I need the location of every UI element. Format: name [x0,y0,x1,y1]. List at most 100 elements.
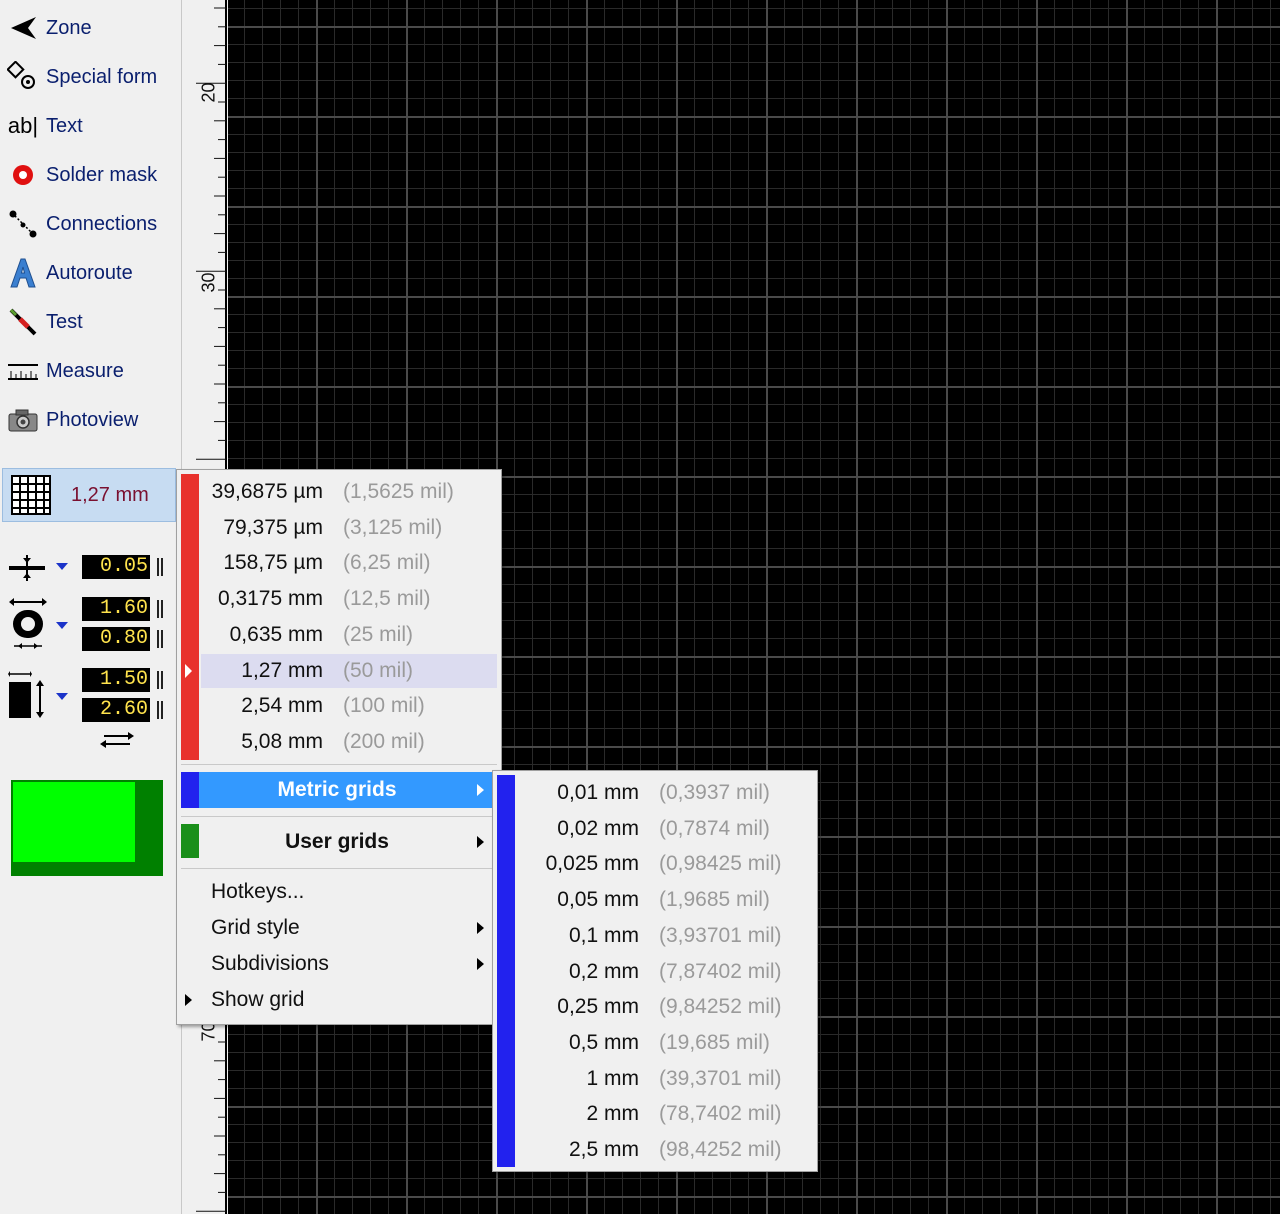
metric-grids-item[interactable]: Metric grids [181,772,493,808]
pad-outer-diameter-input[interactable]: 1.60 [82,597,150,621]
grid-option[interactable]: 5,08 mm (200 mil) [177,727,487,757]
tool-label: Photoview [46,408,139,431]
swap-dimensions-icon[interactable] [98,730,136,755]
grid-option[interactable]: 79,375 µm (3,125 mil) [177,513,487,543]
tool-text[interactable]: ab| Text [0,104,178,148]
grid-option-mil: (9,84252 mil) [659,995,782,1019]
left-toolbar: Zone Special form ab| Text Solder mask C… [0,0,180,1214]
grid-option-value: 0,1 mm [568,923,639,947]
pad-inner-diameter-input[interactable]: 0.80 [82,627,150,651]
grid-size-button[interactable]: 1,27 mm [2,468,176,522]
tool-connections[interactable]: Connections [0,202,178,246]
smd-width-grip[interactable] [156,669,164,691]
smd-width-input[interactable]: 1.50 [82,668,150,692]
smd-height-input[interactable]: 2.60 [82,698,150,722]
layer-color-inner [13,782,135,862]
grid-option-value: 0,2 mm [568,959,639,983]
grid-option-mil: (50 mil) [343,658,414,682]
metric-grids-submenu: 0,01 mm (0,3937 mil) 0,02 mm (0,7874 mil) 0,… [492,770,818,1172]
show-grid-item[interactable]: Show grid [185,988,304,1012]
special-form-icon [7,61,39,93]
grid-option[interactable]: 0,05 mm (1,9685 mil) [493,885,803,915]
grid-option[interactable]: 39,6875 µm (1,5625 mil) [177,477,487,507]
tool-autoroute[interactable]: Autoroute [0,251,178,295]
grid-option[interactable]: 158,75 µm (6,25 mil) [177,548,487,578]
grid-option[interactable]: 0,1 mm (3,93701 mil) [493,921,803,951]
grid-size-label: 1,27 mm [71,483,149,506]
grid-option-value: 0,01 mm [557,781,639,804]
tool-special-form[interactable]: Special form [0,55,178,99]
grid-option-mil: (1,5625 mil) [343,480,454,503]
grid-option[interactable]: 0,3175 mm (12,5 mil) [177,584,487,614]
grid-option[interactable]: 2,54 mm (100 mil) [177,691,487,721]
grid-option-mil: (0,7874 mil) [659,816,770,840]
grid-style-item[interactable]: Grid style [211,916,491,940]
track-width-input[interactable]: 0.05 [82,555,150,579]
grid-option[interactable]: 0,2 mm (7,87402 mil) [493,957,803,987]
tool-label: Measure [46,359,124,382]
grid-option[interactable]: 1,27 mm (50 mil) [177,656,487,686]
grid-option-mil: (6,25 mil) [343,551,431,575]
grid-option[interactable]: 2,5 mm (98,4252 mil) [493,1135,803,1165]
grid-option-value: 1,27 mm [241,658,323,682]
checked-arrow-icon [185,994,192,1006]
pad-outer-grip[interactable] [156,598,164,620]
hotkeys-label: Hotkeys... [211,880,305,903]
grid-option[interactable]: 1 mm (39,3701 mil) [493,1064,803,1094]
grid-option-value: 2,54 mm [241,694,323,718]
grid-option-mil: (78,7402 mil) [659,1102,782,1126]
measure-icon [7,355,39,387]
grid-icon [11,475,51,515]
grid-option-mil: (25 mil) [343,622,414,646]
submenu-arrow-icon [477,836,484,848]
grid-option[interactable]: 0,02 mm (0,7874 mil) [493,814,803,844]
test-probe-icon [7,306,39,338]
hotkeys-item[interactable]: Hotkeys... [211,880,304,904]
tool-zone[interactable]: Zone [0,6,178,50]
smd-dropdown-arrow[interactable] [56,693,68,700]
user-grids-color-bar [181,824,199,858]
grid-option-value: 0,05 mm [557,888,639,912]
pad-icon [8,596,48,657]
submenu-arrow-icon [477,784,484,796]
grid-option[interactable]: 0,25 mm (9,84252 mil) [493,992,803,1022]
grid-option-value: 0,3175 mm [217,587,323,611]
pad-dropdown-arrow[interactable] [56,622,68,629]
camera-icon [7,404,39,436]
submenu-arrow-icon [477,958,484,970]
grid-option-mil: (100 mil) [343,694,425,718]
tool-test[interactable]: Test [0,300,178,344]
text-tool-glyph: ab| [7,113,39,138]
tool-measure[interactable]: Measure [0,349,178,393]
track-width-dropdown-arrow[interactable] [56,563,68,570]
tool-photoview[interactable]: Photoview [0,398,178,442]
grid-option-mil: (200 mil) [343,729,425,753]
autoroute-icon [7,257,39,289]
user-grids-item[interactable]: User grids [181,824,493,860]
grid-option-mil: (3,93701 mil) [659,923,782,947]
grid-option-mil: (7,87402 mil) [659,959,782,983]
tool-label: Test [46,310,83,333]
grid-option[interactable]: 0,01 mm (0,3937 mil) [493,778,803,808]
grid-option[interactable]: 0,5 mm (19,685 mil) [493,1028,803,1058]
grid-option[interactable]: 0,635 mm (25 mil) [177,620,487,650]
grid-option-mil: (1,9685 mil) [659,888,770,912]
subdivisions-label: Subdivisions [211,952,329,975]
grid-option-value: 0,635 mm [229,622,323,646]
grid-option[interactable]: 2 mm (78,7402 mil) [493,1099,803,1129]
tool-solder-mask[interactable]: Solder mask [0,153,178,197]
grid-option-value: 0,025 mm [545,852,639,876]
subdivisions-item[interactable]: Subdivisions [211,952,491,976]
layer-color-swatch[interactable] [11,780,163,876]
grid-option-mil: (12,5 mil) [343,587,431,611]
solder-mask-icon [7,159,39,191]
track-width-grip[interactable] [156,556,164,578]
smd-pad-icon [8,668,48,725]
grid-option-value: 0,25 mm [557,995,639,1019]
grid-style-label: Grid style [211,916,300,939]
grid-option-value: 0,02 mm [557,816,639,840]
grid-context-menu: 39,6875 µm (1,5625 mil) 79,375 µm (3,125 mi… [176,469,502,1025]
pad-inner-grip[interactable] [156,628,164,650]
grid-option[interactable]: 0,025 mm (0,98425 mil) [493,849,803,879]
smd-height-grip[interactable] [156,699,164,721]
